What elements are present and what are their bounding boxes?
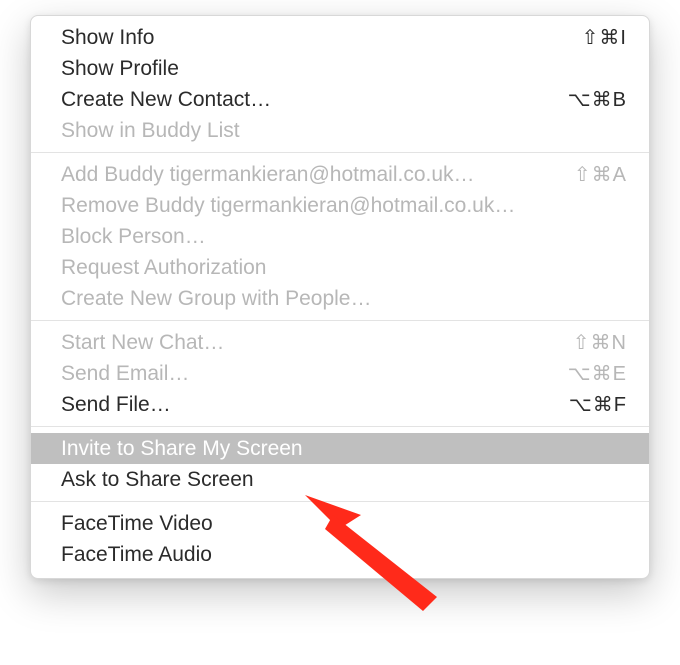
menu-item-label: Send File… bbox=[61, 393, 171, 417]
menu-item-invite-to-share-my-screen[interactable]: Invite to Share My Screen bbox=[31, 433, 649, 464]
menu-item-label: Invite to Share My Screen bbox=[61, 437, 303, 461]
menu-item-label: Request Authorization bbox=[61, 256, 266, 280]
menu-item-request-authorization: Request Authorization bbox=[31, 252, 649, 283]
menu-item-shortcut: ⌥⌘F bbox=[553, 392, 627, 417]
menu-item-block-person: Block Person… bbox=[31, 221, 649, 252]
menu-separator bbox=[31, 320, 649, 321]
menu-separator bbox=[31, 152, 649, 153]
menu-item-ask-to-share-screen[interactable]: Ask to Share Screen bbox=[31, 464, 649, 495]
menu-item-label: Start New Chat… bbox=[61, 331, 224, 355]
menu-item-create-new-group-with-people: Create New Group with People… bbox=[31, 283, 649, 314]
menu-item-shortcut: ⌥⌘B bbox=[552, 87, 627, 112]
menu-item-shortcut: ⇧⌘N bbox=[557, 330, 627, 355]
menu-item-label: Block Person… bbox=[61, 225, 206, 249]
menu-item-label: Send Email… bbox=[61, 362, 189, 386]
menu-item-label: Show in Buddy List bbox=[61, 119, 240, 143]
menu-item-shortcut: ⇧⌘A bbox=[558, 162, 627, 187]
menu-item-label: FaceTime Audio bbox=[61, 543, 212, 567]
menu-item-label: Ask to Share Screen bbox=[61, 468, 254, 492]
menu-item-label: Remove Buddy tigermankieran@hotmail.co.u… bbox=[61, 194, 515, 218]
menu-item-send-email: Send Email… ⌥⌘E bbox=[31, 358, 649, 389]
menu-item-facetime-video[interactable]: FaceTime Video bbox=[31, 508, 649, 539]
menu-item-label: Create New Contact… bbox=[61, 88, 271, 112]
context-menu[interactable]: Show Info ⇧⌘I Show Profile Create New Conta… bbox=[30, 15, 650, 579]
menu-item-label: Show Info bbox=[61, 26, 154, 50]
menu-item-shortcut: ⌥⌘E bbox=[552, 361, 627, 386]
menu-separator bbox=[31, 501, 649, 502]
menu-item-remove-buddy-tigermankieran-hotmail-co-u: Remove Buddy tigermankieran@hotmail.co.u… bbox=[31, 190, 649, 221]
menu-item-facetime-audio[interactable]: FaceTime Audio bbox=[31, 539, 649, 570]
menu-separator bbox=[31, 426, 649, 427]
menu-item-label: FaceTime Video bbox=[61, 512, 213, 536]
menu-item-start-new-chat: Start New Chat… ⇧⌘N bbox=[31, 327, 649, 358]
menu-item-show-profile[interactable]: Show Profile bbox=[31, 53, 649, 84]
menu-item-label: Add Buddy tigermankieran@hotmail.co.uk… bbox=[61, 163, 475, 187]
menu-item-show-in-buddy-list: Show in Buddy List bbox=[31, 115, 649, 146]
menu-item-add-buddy-tigermankieran-hotmail-co-uk: Add Buddy tigermankieran@hotmail.co.uk… ⇧… bbox=[31, 159, 649, 190]
menu-item-label: Show Profile bbox=[61, 57, 179, 81]
menu-item-show-info[interactable]: Show Info ⇧⌘I bbox=[31, 22, 649, 53]
menu-item-label: Create New Group with People… bbox=[61, 287, 371, 311]
menu-item-send-file[interactable]: Send File… ⌥⌘F bbox=[31, 389, 649, 420]
menu-item-create-new-contact[interactable]: Create New Contact… ⌥⌘B bbox=[31, 84, 649, 115]
menu-item-shortcut: ⇧⌘I bbox=[566, 25, 627, 50]
